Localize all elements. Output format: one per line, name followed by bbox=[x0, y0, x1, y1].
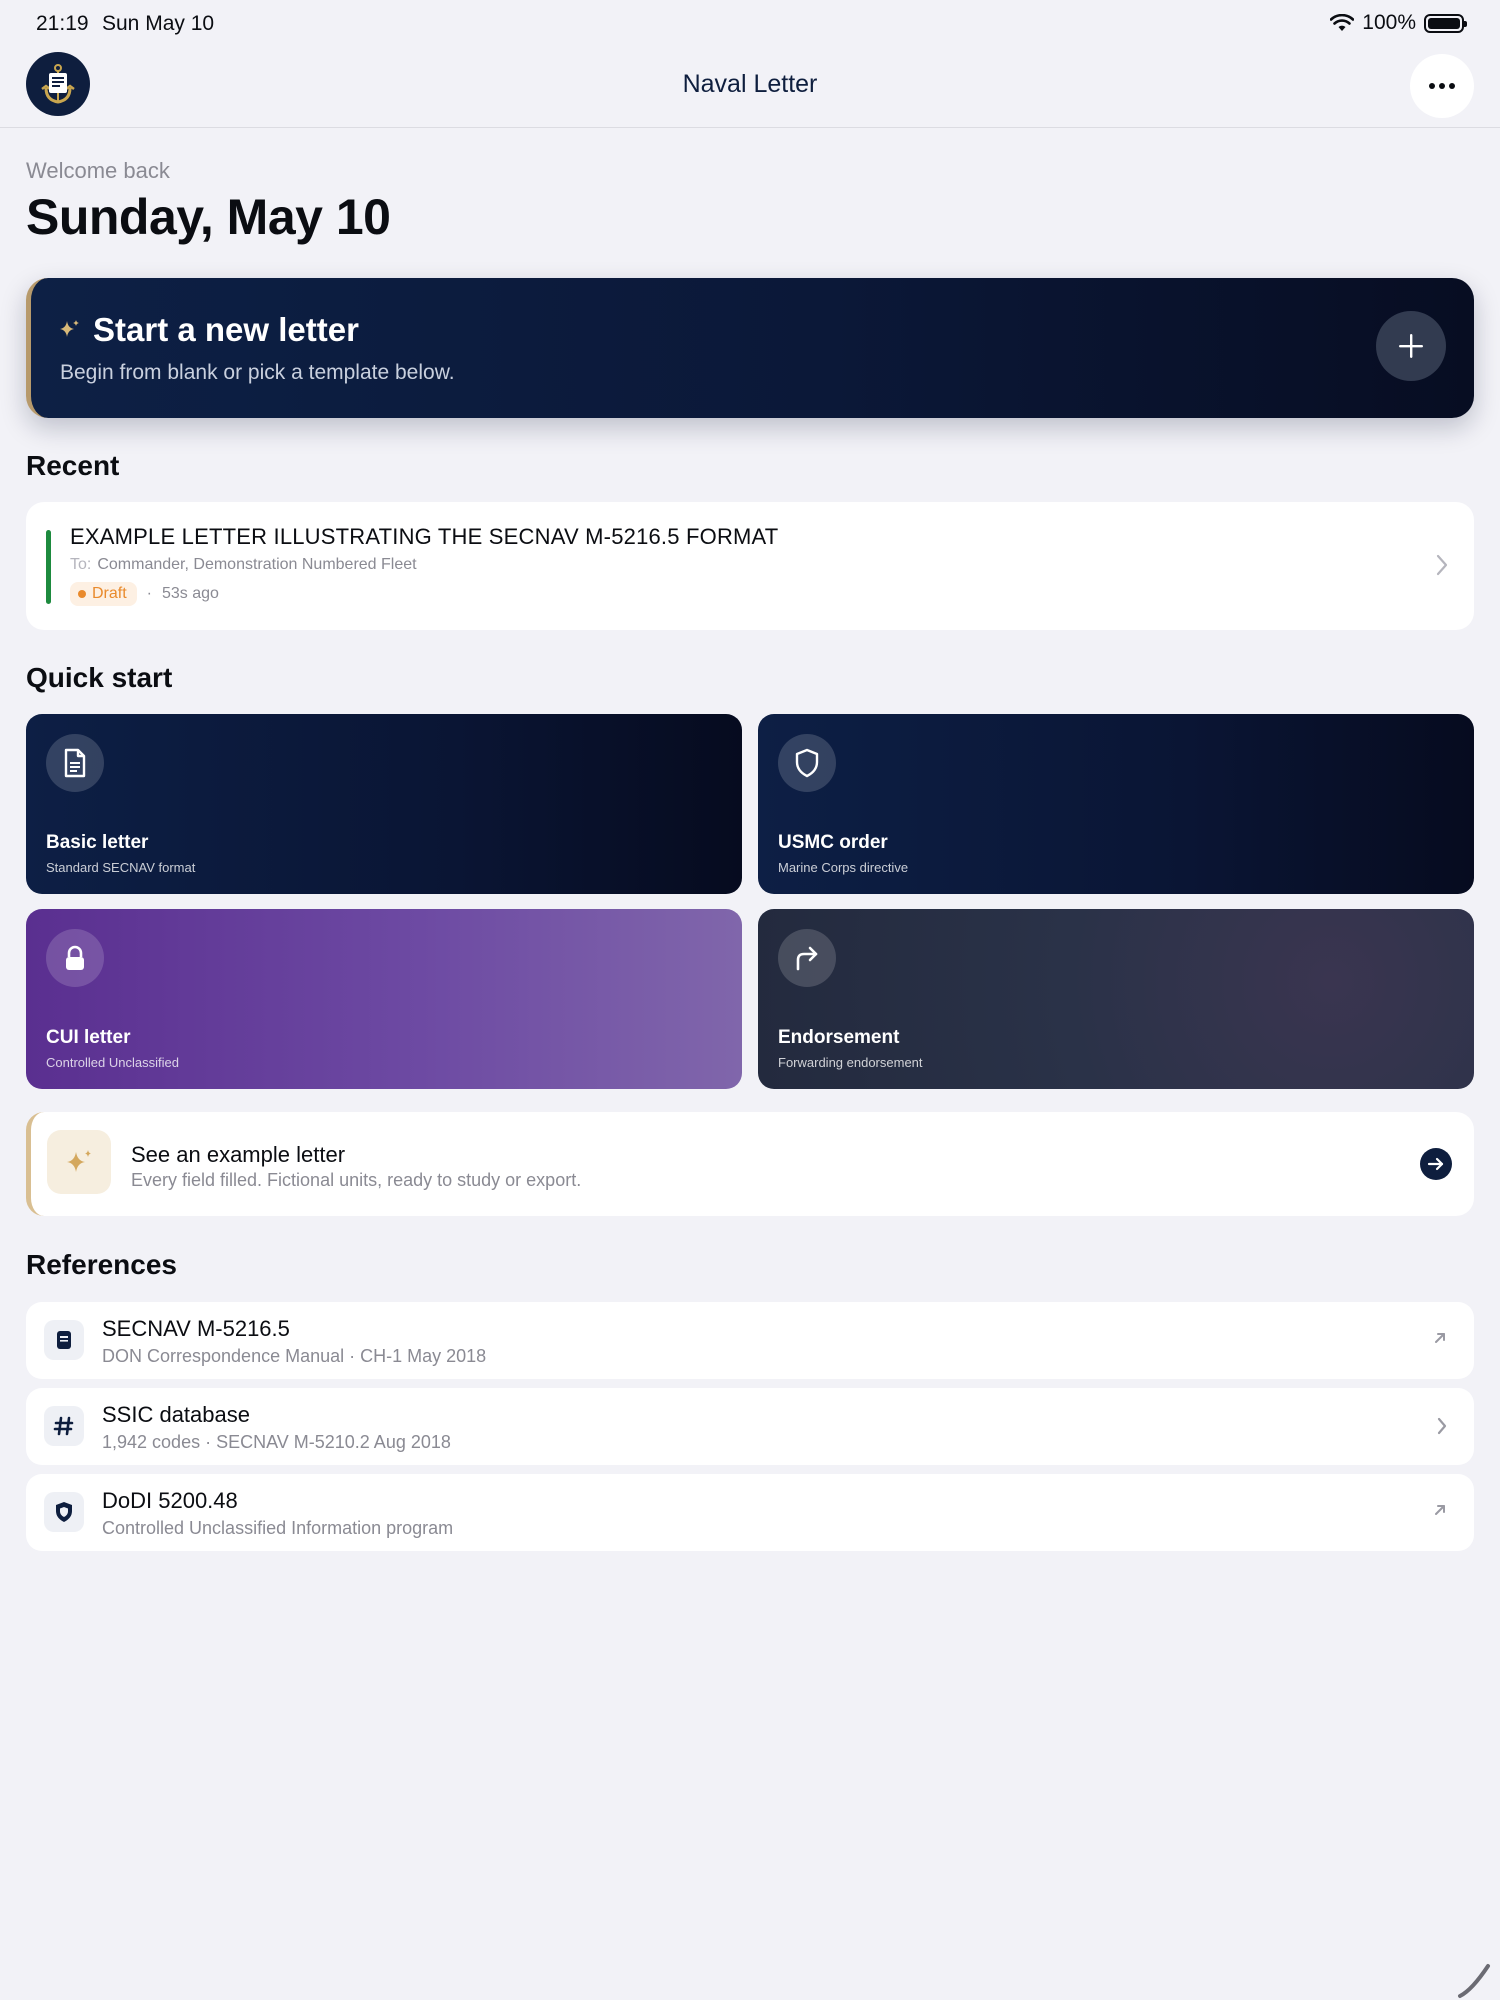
reference-subtitle: 1,942 codes · SECNAV M-5210.2 Aug 2018 bbox=[102, 1432, 451, 1452]
reference-title: DoDI 5200.48 bbox=[102, 1488, 238, 1513]
status-badge-label: Draft bbox=[92, 585, 127, 602]
draft-dot bbox=[78, 590, 86, 598]
tile-subtitle: Controlled Unclassified bbox=[46, 1055, 179, 1070]
tile-usmc-order[interactable]: USMC order Marine Corps directive bbox=[758, 714, 1474, 894]
pencil-indicator-icon bbox=[1458, 1964, 1490, 1998]
references-section-title: References bbox=[26, 1249, 177, 1280]
reference-title: SSIC database bbox=[102, 1402, 250, 1427]
status-time: 21:19 bbox=[36, 12, 89, 35]
reference-item-dodi[interactable]: DoDI 5200.48 Controlled Unclassified Inf… bbox=[26, 1474, 1474, 1551]
sparkle-icon bbox=[47, 1130, 111, 1194]
reference-item-ssic[interactable]: SSIC database 1,942 codes · SECNAV M-521… bbox=[26, 1388, 1474, 1465]
tile-title: CUI letter bbox=[46, 1027, 131, 1048]
recent-section-title: Recent bbox=[26, 450, 120, 481]
status-date: Sun May 10 bbox=[102, 12, 215, 35]
example-title: See an example letter bbox=[131, 1142, 346, 1167]
ellipsis-icon bbox=[1429, 83, 1455, 89]
tile-title: Endorsement bbox=[778, 1027, 900, 1048]
status-badge: Draft bbox=[70, 582, 137, 606]
chevron-right-icon bbox=[1437, 1417, 1447, 1435]
reference-subtitle: Controlled Unclassified Information prog… bbox=[102, 1518, 454, 1538]
recipient-value: Commander, Demonstration Numbered Fleet bbox=[97, 556, 417, 573]
tile-cui-letter[interactable]: CUI letter Controlled Unclassified bbox=[26, 909, 742, 1089]
quick-start-section-title: Quick start bbox=[26, 662, 173, 693]
shield-icon bbox=[44, 1492, 84, 1532]
tile-basic-letter[interactable]: Basic letter Standard SECNAV format bbox=[26, 714, 742, 894]
reference-subtitle: DON Correspondence Manual · CH-1 May 201… bbox=[102, 1346, 487, 1366]
recipient-label: To: bbox=[70, 556, 92, 573]
hero-subtitle: Begin from blank or pick a template belo… bbox=[60, 361, 455, 384]
example-subtitle: Every field filled. Fictional units, rea… bbox=[131, 1170, 582, 1190]
battery-icon bbox=[1424, 13, 1467, 33]
external-link-icon bbox=[1435, 1333, 1445, 1343]
recent-letter-title: EXAMPLE LETTER ILLUSTRATING THE SECNAV M… bbox=[70, 524, 779, 549]
forward-arrow-icon bbox=[778, 929, 836, 987]
example-letter-card[interactable]: See an example letter Every field filled… bbox=[26, 1112, 1474, 1216]
document-icon bbox=[46, 734, 104, 792]
new-letter-button[interactable] bbox=[1376, 311, 1446, 381]
tile-title: USMC order bbox=[778, 832, 888, 853]
external-link-icon bbox=[1435, 1505, 1445, 1515]
hero-title: Start a new letter bbox=[93, 311, 359, 348]
chevron-right-icon bbox=[1436, 554, 1448, 576]
recent-letter-item[interactable]: EXAMPLE LETTER ILLUSTRATING THE SECNAV M… bbox=[26, 502, 1474, 630]
recent-accent-bar bbox=[46, 530, 51, 604]
page-title: Sunday, May 10 bbox=[26, 189, 391, 245]
recent-letter-recipient: To: Commander, Demonstration Numbered Fle… bbox=[70, 556, 417, 574]
tile-subtitle: Marine Corps directive bbox=[778, 860, 909, 875]
hashtag-icon bbox=[44, 1406, 84, 1446]
status-indicators: 100% bbox=[1330, 11, 1467, 35]
sparkle-icon bbox=[60, 320, 79, 337]
reference-title: SECNAV M-5216.5 bbox=[102, 1316, 290, 1341]
arrow-right-icon[interactable] bbox=[1420, 1148, 1452, 1180]
shield-icon bbox=[778, 734, 836, 792]
recent-letter-time: 53s ago bbox=[162, 585, 219, 602]
battery-percent: 100% bbox=[1362, 11, 1416, 34]
nav-title: Naval Letter bbox=[682, 70, 818, 98]
recent-letter-meta: Draft · 53s ago bbox=[70, 582, 219, 606]
nav-bar: Naval Letter bbox=[0, 46, 1500, 128]
tile-subtitle: Standard SECNAV format bbox=[46, 860, 196, 875]
wifi-icon bbox=[1330, 14, 1355, 31]
lock-icon bbox=[46, 929, 104, 987]
new-letter-banner[interactable]: Start a new letter Begin from blank or p… bbox=[26, 278, 1474, 418]
plus-icon bbox=[1399, 334, 1423, 358]
tile-endorsement[interactable]: Endorsement Forwarding endorsement bbox=[758, 909, 1474, 1089]
status-bar: 21:19 Sun May 10 100% bbox=[0, 0, 1500, 46]
tile-subtitle: Forwarding endorsement bbox=[778, 1055, 923, 1070]
hero-title-row: Start a new letter bbox=[57, 311, 359, 349]
reference-item-secnav[interactable]: SECNAV M-5216.5 DON Correspondence Manua… bbox=[26, 1302, 1474, 1379]
meta-separator: · bbox=[146, 585, 152, 602]
welcome-text: Welcome back bbox=[26, 158, 170, 183]
more-options-button[interactable] bbox=[1410, 54, 1474, 118]
tile-title: Basic letter bbox=[46, 832, 149, 853]
book-icon bbox=[44, 1320, 84, 1360]
